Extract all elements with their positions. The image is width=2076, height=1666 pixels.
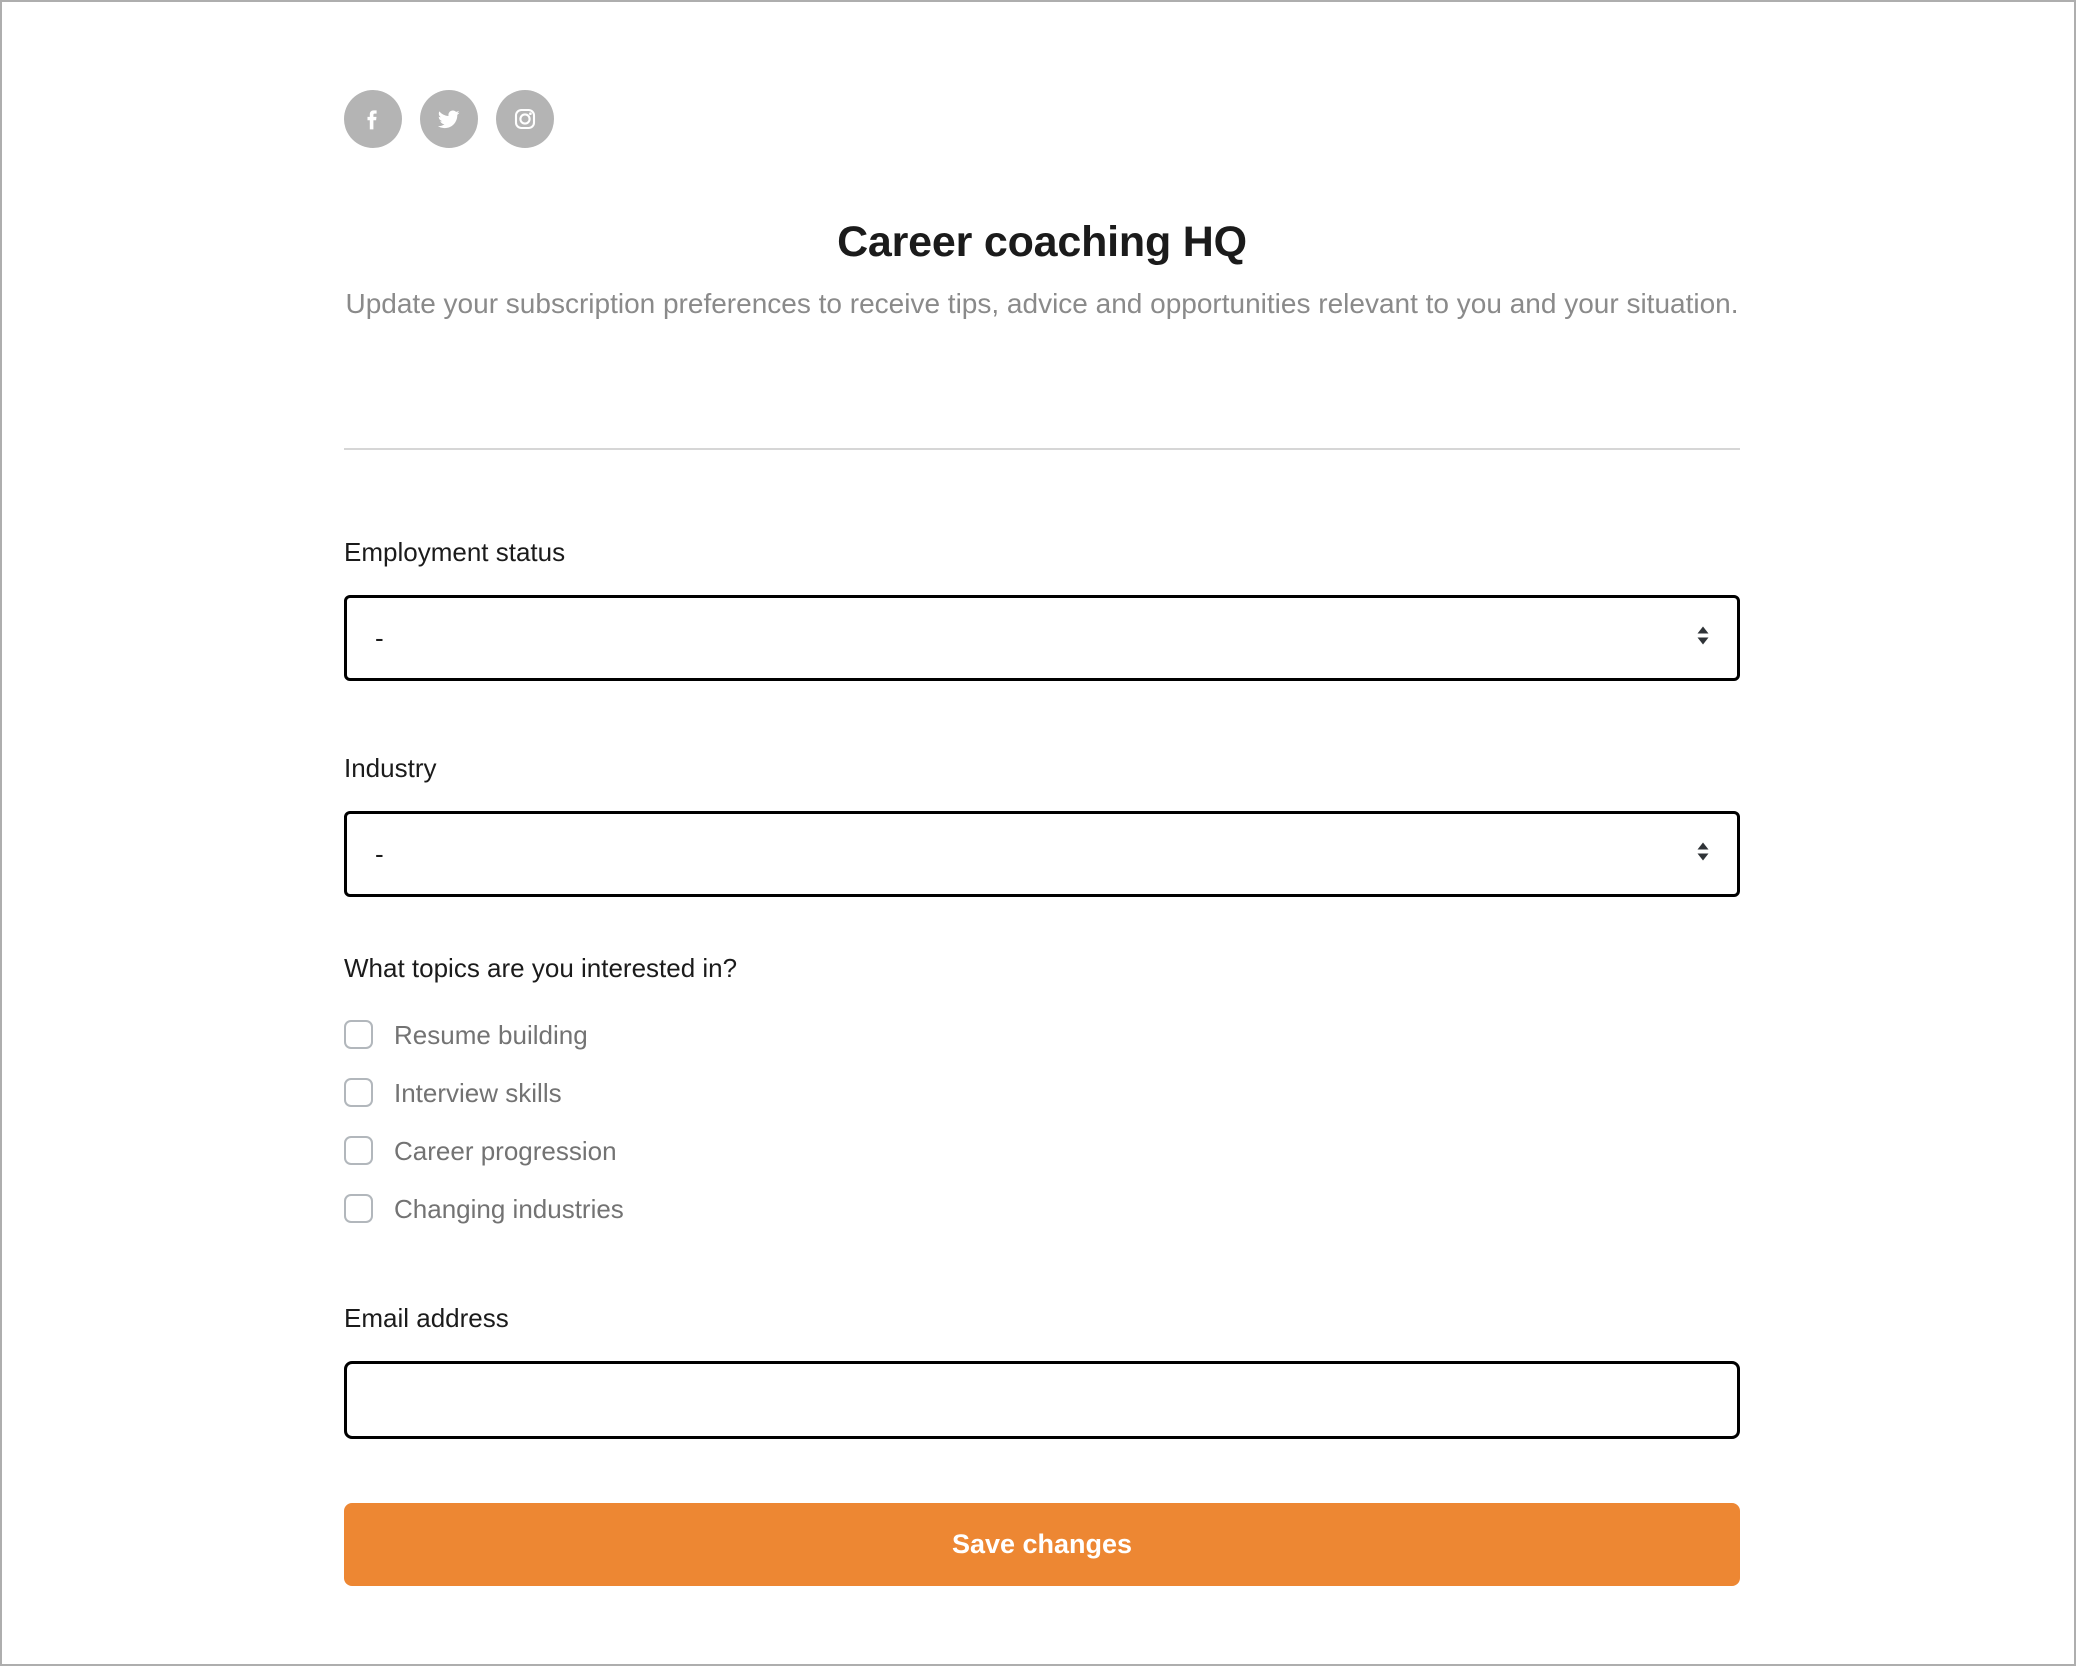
checkbox-label-career-progression: Career progression: [394, 1135, 617, 1166]
checkbox-label-resume-building: Resume building: [394, 1019, 588, 1050]
twitter-link[interactable]: [420, 90, 478, 148]
preferences-form: Employment status - Industry - What topi…: [344, 537, 1740, 1586]
facebook-icon: [357, 103, 389, 135]
checkbox-row-interview-skills[interactable]: Interview skills: [344, 1071, 1740, 1115]
header-divider: [344, 448, 1740, 450]
instagram-icon: [509, 103, 541, 135]
checkbox-resume-building[interactable]: [344, 1020, 373, 1050]
instagram-link[interactable]: [496, 90, 554, 148]
industry-value: -: [375, 838, 384, 869]
checkbox-interview-skills[interactable]: [344, 1078, 373, 1108]
topics-label: What topics are you interested in?: [344, 953, 738, 984]
checkbox-row-resume-building[interactable]: Resume building: [344, 1013, 1740, 1057]
page-subtitle: Update your subscription preferences to …: [345, 288, 1739, 319]
checkbox-label-changing-industries: Changing industries: [394, 1193, 624, 1224]
email-label: Email address: [344, 1302, 509, 1333]
twitter-icon: [433, 103, 465, 135]
social-links: [344, 90, 554, 148]
email-input[interactable]: [344, 1360, 1740, 1439]
employment-status-select[interactable]: -: [344, 595, 1740, 682]
employment-status-select-wrap: -: [344, 595, 1740, 682]
employment-status-value: -: [375, 622, 384, 653]
checkbox-changing-industries[interactable]: [344, 1194, 373, 1224]
checkbox-label-interview-skills: Interview skills: [394, 1077, 562, 1108]
checkbox-career-progression[interactable]: [344, 1136, 373, 1166]
employment-status-label: Employment status: [344, 537, 566, 567]
topics-checkbox-group: Resume building Interview skills Career …: [344, 1013, 1740, 1231]
industry-select-wrap: -: [344, 811, 1740, 898]
subscription-preferences-page: Career coaching HQ Update your subscript…: [0, 0, 2076, 1666]
industry-select[interactable]: -: [344, 811, 1740, 898]
save-changes-button[interactable]: Save changes: [344, 1502, 1740, 1586]
checkbox-row-career-progression[interactable]: Career progression: [344, 1129, 1740, 1173]
industry-label: Industry: [344, 753, 437, 784]
facebook-link[interactable]: [344, 90, 402, 148]
checkbox-row-changing-industries[interactable]: Changing industries: [344, 1187, 1740, 1231]
page-title: Career coaching HQ: [837, 218, 1247, 266]
